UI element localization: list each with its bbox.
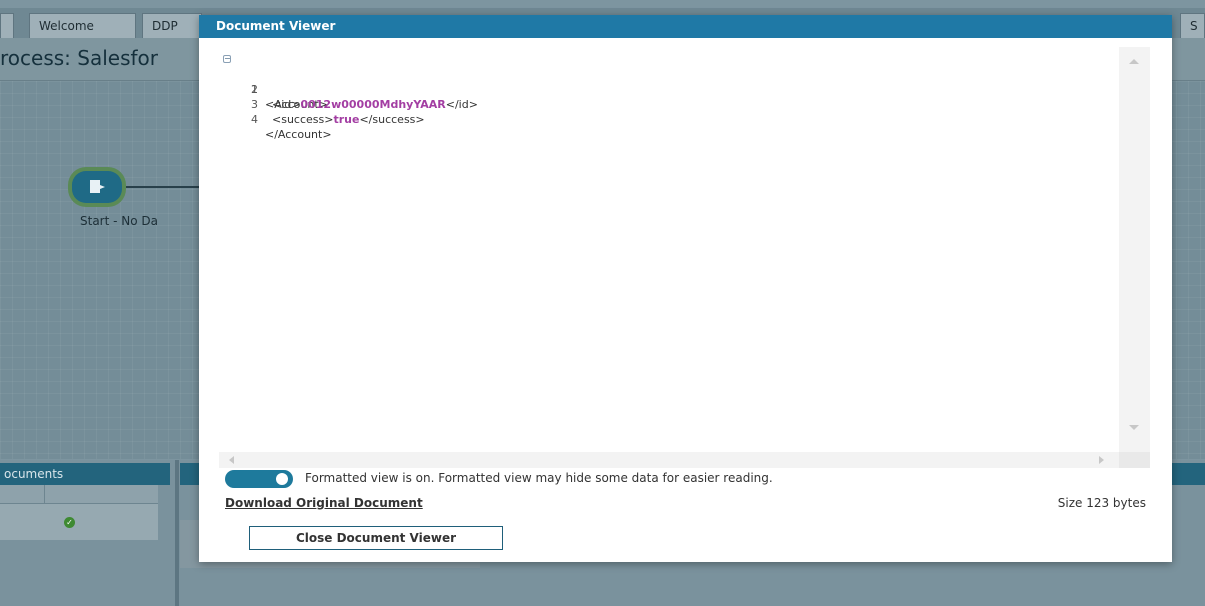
close-viewer-button[interactable]: Close Document Viewer [249,526,503,550]
code-line: 4 </Account> [219,97,1109,141]
horizontal-scrollbar[interactable] [219,452,1119,468]
shape-connector [126,186,206,188]
documents-panel-header: ocuments [0,463,170,485]
document-viewer-dialog: Document Viewer − 1 <Account> 2 <id>0012… [199,15,1172,562]
code-line: 3 <success>true</success> [219,82,1109,126]
formatted-view-text: Formatted view is on. Formatted view may… [305,471,773,485]
tab-ddp[interactable]: DDP [142,13,202,39]
code-text: </Account> [265,128,332,141]
xml-value: true [333,113,360,126]
check-circle-icon: ✓ [64,517,75,528]
line-number: 4 [251,113,258,126]
documents-row[interactable]: ✓ [0,504,158,540]
tab-partial-right[interactable]: S [1180,13,1205,39]
panel-divider[interactable] [175,460,179,606]
scroll-up-icon[interactable] [1129,59,1139,64]
start-shape[interactable] [68,167,126,207]
scroll-left-icon[interactable] [229,456,234,464]
formatted-view-toggle[interactable] [225,470,293,488]
code-lines: − 1 <Account> 2 <id>0012w00000MdhyYAAR</… [219,52,1109,141]
tab-partial-left[interactable] [0,13,14,39]
code-text: <success>true</success> [265,113,425,126]
scroll-down-icon[interactable] [1129,425,1139,430]
scroll-right-icon[interactable] [1099,456,1104,464]
code-line: 2 <id>0012w00000MdhyYAAR</id> [219,67,1109,111]
vertical-scrollbar[interactable] [1119,47,1150,452]
document-start-icon [90,180,105,193]
toggle-knob [276,473,288,485]
fold-toggle-icon[interactable]: − [223,55,231,63]
documents-column-header [0,485,158,504]
document-size: Size 123 bytes [1057,496,1146,510]
dialog-title: Document Viewer [199,15,1172,38]
process-title: rocess: Salesfor [0,46,158,70]
xml-editor[interactable]: − 1 <Account> 2 <id>0012w00000MdhyYAAR</… [219,47,1150,468]
scrollbar-corner [1119,452,1150,468]
tab-welcome[interactable]: Welcome [29,13,136,39]
code-line: − 1 <Account> [219,52,1109,111]
start-shape-label: Start - No Da [80,214,158,228]
download-original-link[interactable]: Download Original Document [225,496,423,510]
